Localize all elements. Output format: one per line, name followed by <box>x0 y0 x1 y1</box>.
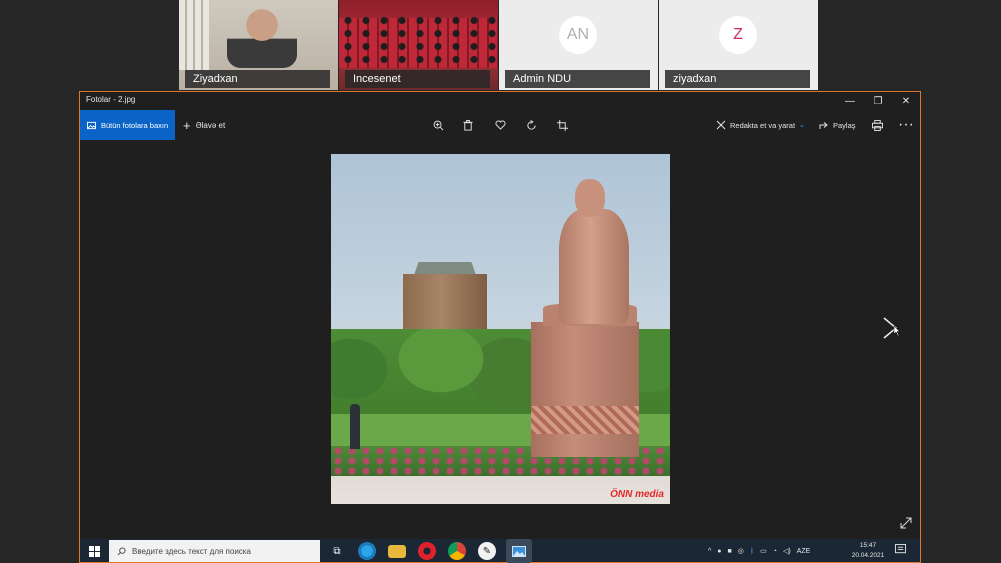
edit-create-label: Redakta et va yarat <box>730 120 796 130</box>
system-tray: ^ ● ■ ◎ ᛒ ▭ ◔ ◁) AZE <box>708 539 810 563</box>
participant-name: Incesenet <box>345 70 490 88</box>
edit-tools-icon <box>716 120 726 130</box>
chevron-up-icon[interactable]: ^ <box>708 548 711 555</box>
audience <box>339 14 498 66</box>
screen: Ziyadxan Incesenet AN Admin NDU Z ziyadx… <box>0 0 1001 563</box>
print-icon[interactable] <box>869 117 885 133</box>
search-icon <box>117 546 126 555</box>
chevron-down-icon: ⌄ <box>799 122 805 129</box>
displayed-photo: ÖNN media <box>331 154 670 504</box>
volume-icon[interactable]: ◁) <box>783 547 791 555</box>
toolbar: Bütün fotolara baxın + Əlavə et Redakta … <box>80 110 920 140</box>
battery-icon[interactable]: ▭ <box>760 547 767 555</box>
delete-icon[interactable] <box>460 117 476 133</box>
avatar: Z <box>719 16 757 54</box>
rotate-icon[interactable] <box>523 117 539 133</box>
windows-logo-icon <box>88 545 100 557</box>
share-button[interactable]: Paylaş <box>819 110 856 140</box>
plus-icon: + <box>183 117 191 133</box>
chrome-browser-icon[interactable] <box>448 542 466 560</box>
statue-head <box>575 179 605 217</box>
share-label: Paylaş <box>833 120 856 130</box>
opera-browser-icon[interactable] <box>418 542 436 560</box>
next-photo-arrow-icon[interactable] <box>880 316 902 340</box>
pedestrian <box>350 404 360 449</box>
edge-browser-icon[interactable] <box>358 542 376 560</box>
taskbar: Введите здесь текст для поиска ⧉ ✎ ^ ● ■… <box>79 539 921 563</box>
bluetooth-icon[interactable]: ᛒ <box>750 548 754 555</box>
taskbar-clock[interactable]: 15:47 20.04.2021 <box>848 541 888 561</box>
crop-icon[interactable] <box>554 117 570 133</box>
task-view-icon[interactable]: ⧉ <box>328 542 346 560</box>
pen-app-icon[interactable]: ✎ <box>478 542 496 560</box>
avatar: AN <box>559 16 597 54</box>
add-label: Əlavə et <box>195 120 226 130</box>
share-icon <box>819 122 828 129</box>
photos-app-icon[interactable] <box>506 539 532 563</box>
participant-tile-admin-ndu[interactable]: AN Admin NDU <box>499 0 658 90</box>
participant-tile-ziyadxan[interactable]: Ziyadxan <box>179 0 338 90</box>
fullscreen-expand-icon[interactable] <box>900 517 914 531</box>
participant-tile-incesenet[interactable]: Incesenet <box>339 0 498 90</box>
window-controls: — ❐ ✕ <box>836 92 920 110</box>
add-button[interactable]: + Əlavə et <box>183 110 225 140</box>
close-button[interactable]: ✕ <box>892 92 920 110</box>
search-placeholder: Введите здесь текст для поиска <box>132 546 251 556</box>
favorite-heart-icon[interactable] <box>492 117 508 133</box>
watermark-logo: ÖNN media <box>610 489 664 500</box>
taskbar-search[interactable]: Введите здесь текст для поиска <box>109 540 320 562</box>
network-icon[interactable]: ◔ <box>773 548 777 555</box>
participant-name: Admin NDU <box>505 70 650 88</box>
background-window <box>179 0 209 70</box>
zoom-in-icon[interactable] <box>430 117 446 133</box>
restore-button[interactable]: ❐ <box>864 92 892 110</box>
participant-name: Ziyadxan <box>185 70 330 88</box>
file-explorer-icon[interactable] <box>388 545 406 558</box>
gallery-icon <box>87 121 96 129</box>
all-photos-button[interactable]: Bütün fotolara baxın <box>80 110 175 140</box>
pedestal-ornament <box>531 406 639 434</box>
title-bar[interactable]: Fotolar - 2.jpg — ❐ ✕ <box>80 92 920 110</box>
window-title: Fotolar - 2.jpg <box>86 95 136 104</box>
clock-date: 20.04.2021 <box>851 552 885 559</box>
minimize-button[interactable]: — <box>836 92 864 110</box>
statue-figure <box>559 209 629 324</box>
edit-create-button[interactable]: Redakta et va yarat ⌄ <box>716 110 805 140</box>
all-photos-label: Bütün fotolara baxın <box>101 120 169 130</box>
start-button[interactable] <box>80 539 108 563</box>
clock-time: 15:47 <box>859 542 877 549</box>
participant-tile-ziyadxan-2[interactable]: Z ziyadxan <box>659 0 818 90</box>
statue-pedestal <box>531 322 639 457</box>
photos-window: Fotolar - 2.jpg — ❐ ✕ Bütün fotolara bax… <box>79 91 921 541</box>
notifications-icon[interactable] <box>895 544 909 558</box>
video-tiles: Ziyadxan Incesenet AN Admin NDU Z ziyadx… <box>179 0 819 90</box>
meeting-tray-icon[interactable]: ■ <box>728 548 732 555</box>
sync-icon[interactable]: ◎ <box>738 547 744 555</box>
participant-name: ziyadxan <box>665 70 810 88</box>
language-indicator[interactable]: AZE <box>797 548 811 555</box>
more-options-button[interactable]: ··· <box>898 116 914 133</box>
participant-video <box>227 2 297 68</box>
microphone-icon[interactable]: ● <box>717 548 721 555</box>
